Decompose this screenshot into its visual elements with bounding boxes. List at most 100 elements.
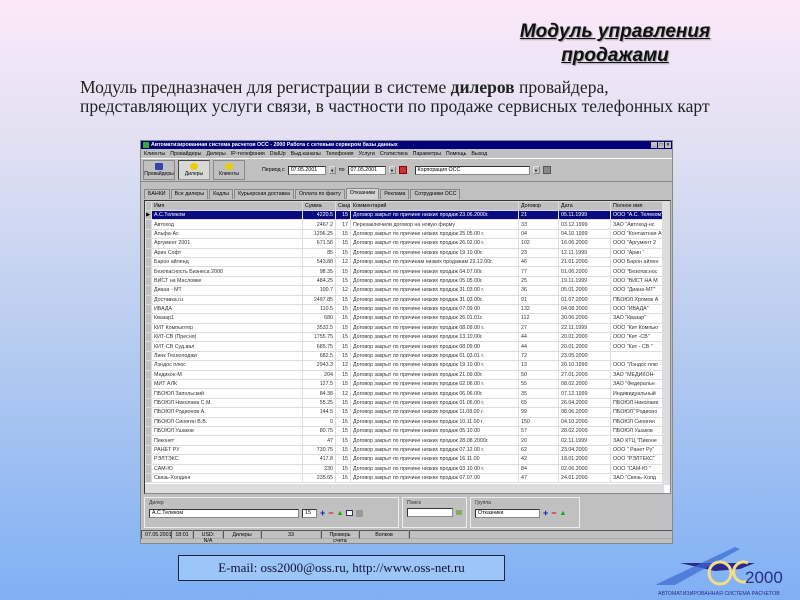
group-remove-icon[interactable]: − <box>551 508 556 518</box>
table-row[interactable]: Автоход 2467.2 17 Перезаключили договор на … <box>145 219 666 230</box>
close-button[interactable]: × <box>665 142 671 148</box>
table-cell: 55.25 <box>302 398 336 409</box>
maximize-button[interactable]: □ <box>658 142 664 148</box>
table-cell: 15 <box>335 417 351 428</box>
column-header[interactable]: Сумма <box>302 201 336 211</box>
table-cell: Договор закрыт по причине низких продаж … <box>350 351 519 362</box>
column-header[interactable]: Комментарий <box>350 201 519 211</box>
table-row[interactable]: Диана - МТ 100.7 12 Договор закрыт по причи… <box>145 285 666 296</box>
table-row[interactable]: Квазар1 680 15 Договор закрыт по причине ни… <box>145 313 666 324</box>
table-row[interactable]: Барон айленд 543.88 12 Договор закрыт по пр… <box>145 256 666 268</box>
add-icon[interactable]: + <box>320 508 325 518</box>
table-row[interactable]: КИТ-СВ (Пресня) 1755.75 15 Договор закрыт п… <box>145 332 666 343</box>
date-to-dropdown[interactable]: ▼ <box>388 166 396 174</box>
svg-text:2000: 2000 <box>745 568 783 587</box>
table-cell: 15 <box>335 379 351 390</box>
menu-item[interactable]: Выд.каналы <box>291 151 321 157</box>
group-up-icon[interactable]: ▲ <box>560 510 567 517</box>
tab[interactable]: Все дилеры <box>170 189 209 199</box>
table-row[interactable]: Альфа-Ас 1296.25 15 Договор закрыт по причи… <box>145 228 666 240</box>
vertical-scrollbar[interactable] <box>662 201 670 485</box>
table-row[interactable]: ПБОЮЛ Родионов А. 144.5 15 Договор закрыт п… <box>145 407 666 418</box>
copy-icon[interactable] <box>356 509 364 517</box>
table-row[interactable]: РАНЕТ РУ 730.75 15 Договор закрыт по причин… <box>145 444 666 456</box>
table-cell: ЗАО "МЕДИКОН- <box>610 370 666 381</box>
table-row[interactable]: Лэндос плюс 2943.3 12 Договор закрыт по при… <box>145 360 666 371</box>
minimize-button[interactable]: _ <box>651 142 657 148</box>
tab[interactable]: Реклама <box>380 189 410 199</box>
date-to-field[interactable]: 07.05.2001 <box>347 165 386 175</box>
table-row[interactable]: ▶ А.С.Телеком 4220.5 15 Договор закрыт по пр… <box>145 209 666 221</box>
date-from-field[interactable]: 07.05.2001 <box>287 165 326 175</box>
group-field[interactable]: Отказники <box>475 508 540 518</box>
menu-item[interactable]: Помощь <box>446 151 466 157</box>
table-cell: 12.11.1999 <box>558 248 611 258</box>
table-row[interactable]: ИВАДА 110.5 15 Договор закрыт по причине ни… <box>145 303 666 315</box>
search-go-icon[interactable] <box>456 510 462 515</box>
dealers-icon <box>190 163 198 170</box>
table-cell: 15 <box>335 323 351 334</box>
table-row[interactable]: РЭЛТЭКС 417.8 15 Договор закрыт по причине … <box>145 454 666 465</box>
print-icon[interactable] <box>542 166 551 174</box>
table-row[interactable]: ВИСТ на Масловке 484.25 15 Договор закрыт п… <box>145 275 666 287</box>
table-row[interactable]: Аргумент 2001 671.56 15 Договор закрыт по п… <box>145 238 666 249</box>
tab[interactable]: Курьерская доставка <box>234 189 294 199</box>
table-row[interactable]: Пиконет 47 15 Договор закрыт по причине низ… <box>145 435 666 446</box>
horizontal-scrollbar[interactable] <box>145 484 664 493</box>
dealers-button[interactable]: Дилеры <box>178 160 210 180</box>
tab[interactable]: Оплата по факту <box>294 189 345 199</box>
table-row[interactable]: МИТ АЛК 127.5 15 Договор закрыт по причине … <box>145 379 666 390</box>
providers-button[interactable]: Провайдеры <box>143 160 175 180</box>
tab[interactable]: Кадлы <box>209 189 234 199</box>
menu-item[interactable]: Клиенты <box>144 151 165 157</box>
discount-field[interactable]: 15 <box>302 508 317 518</box>
menu-item[interactable]: Услуги <box>359 151 375 157</box>
table-row[interactable]: ПБОЮЛ Запольский 84.38 12 Договор закрыт по… <box>145 388 666 399</box>
table-row[interactable]: Медикон-М 204 15 Договор закрыт по причине … <box>145 369 666 381</box>
table-cell: Договор закрыт по причине низких продаж … <box>350 473 519 484</box>
column-header[interactable]: Полное имя <box>610 201 666 211</box>
contact-email: E-mail: oss2000@oss.ru, http://www.oss-n… <box>178 555 505 581</box>
date-from-dropdown[interactable]: ▼ <box>328 166 336 174</box>
table-row[interactable]: Связь-Холдинг 235.65 15 Договор закрыт по п… <box>145 472 666 484</box>
dealer-field[interactable]: А.С.Телеком <box>149 508 299 518</box>
table-row[interactable]: САМ-Ю 230 15 Договор закрыт по причине низк… <box>145 463 666 474</box>
table-row[interactable]: Арин Софт 85 15 Договор закрыт по причине н… <box>145 247 666 258</box>
table-cell: 42 <box>518 454 559 465</box>
table-row[interactable]: КИТ Компьютер 3532.5 15 Договор закрыт по п… <box>145 322 666 334</box>
tab[interactable]: БАНКИ <box>144 189 170 199</box>
menu-item[interactable]: Провайдеры <box>170 151 201 157</box>
tab[interactable]: Отказники <box>345 188 380 199</box>
company-select[interactable]: Корпорация ОСС <box>414 165 530 175</box>
table-row[interactable]: ПБОЮЛ Ушаков 80.75 15 Договор закрыт по при… <box>145 425 666 437</box>
company-dropdown[interactable]: ▼ <box>532 166 540 174</box>
remove-icon[interactable]: − <box>328 508 333 518</box>
tab[interactable]: Сотрудники ОСС <box>410 189 461 199</box>
table-row[interactable]: КИТ-СВ Суд.вал 685.75 15 Договор закрыт по … <box>145 341 666 352</box>
group-add-icon[interactable]: + <box>543 508 548 518</box>
table-row[interactable]: ПБОЮЛ Синягин В.В. 0 15 Договор закрыт по п… <box>145 416 666 428</box>
menu-item[interactable]: Телефония <box>326 151 354 157</box>
menu-item[interactable]: Параметры <box>413 151 441 157</box>
table-row[interactable]: Линк Технолоджи 682.5 15 Договор закрыт по … <box>145 350 666 362</box>
column-header[interactable]: Дата <box>558 201 611 211</box>
table-row[interactable]: Доставка.ru 2497.85 15 Договор закрыт по пр… <box>145 294 666 305</box>
table-icon[interactable] <box>346 510 354 516</box>
search-input[interactable] <box>407 508 454 517</box>
move-up-icon[interactable]: ▲ <box>337 510 344 517</box>
column-header[interactable]: Скидка <box>335 201 351 211</box>
menu-item[interactable]: DialUp <box>270 151 286 157</box>
menu-item[interactable]: Дилеры <box>206 151 225 157</box>
menu-item[interactable]: IP-телефония <box>231 151 265 157</box>
column-header[interactable]: Имя <box>151 201 303 211</box>
table-cell: Договор закрыт по причине низких продаж … <box>350 398 519 409</box>
table-cell: РЭЛТЭКС <box>151 454 303 465</box>
clients-button[interactable]: Клиенты <box>213 160 245 180</box>
table-row[interactable]: Безопасность Бизнеса 2000 98.35 15 Договор … <box>145 266 666 277</box>
table-row[interactable]: ПБОЮЛ Николаев С.М. 55.25 15 Договор закрыт… <box>145 397 666 409</box>
calendar-icon[interactable] <box>398 166 407 174</box>
menu-item[interactable]: Статистика <box>380 151 408 157</box>
menu-item[interactable]: Выход <box>471 151 487 157</box>
column-header[interactable]: Договор <box>518 201 559 211</box>
table-cell: 3532.5 <box>302 323 336 334</box>
